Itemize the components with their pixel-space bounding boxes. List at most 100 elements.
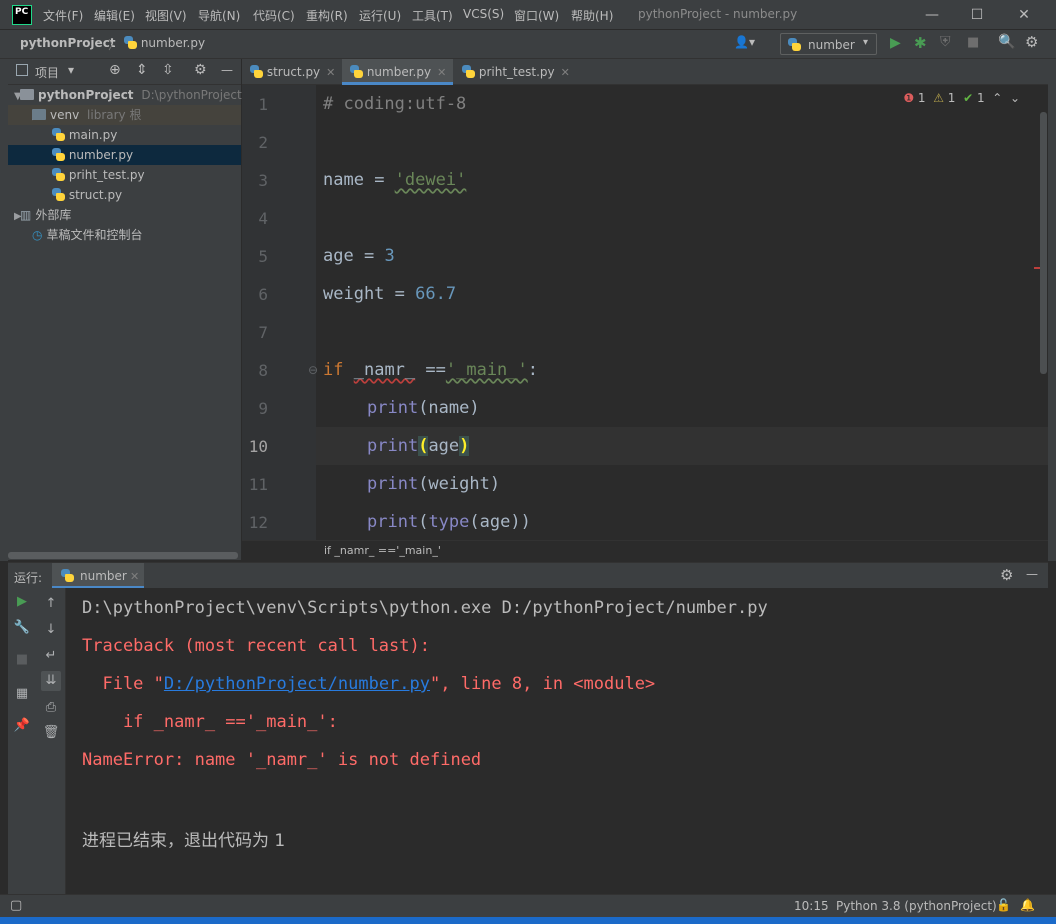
- layout-icon[interactable]: ▦: [12, 684, 32, 704]
- locate-target-icon[interactable]: ⊕: [109, 62, 121, 78]
- settings-gear-icon[interactable]: ⚙: [1025, 33, 1038, 51]
- breadcrumb-file[interactable]: number.py: [124, 36, 205, 50]
- panel-gear-icon[interactable]: ⚙: [194, 62, 207, 78]
- collapse-all-icon[interactable]: ⇳: [162, 62, 174, 78]
- trash-icon[interactable]: 🗑: [41, 723, 61, 743]
- run-panel-gear-icon[interactable]: ⚙: [1000, 566, 1013, 584]
- console-file-link[interactable]: D:/pythonProject/number.py: [164, 674, 430, 694]
- tab-priht-test-py[interactable]: priht_test.py ✕: [454, 59, 574, 85]
- user-icon[interactable]: 👤▾: [734, 35, 755, 49]
- expand-all-icon[interactable]: ⇕: [136, 62, 148, 78]
- caret-position[interactable]: 10:15: [794, 899, 829, 913]
- run-toolbar-primary: ▶ 🔧 ■ ▦ 📌: [8, 588, 36, 894]
- menu-tools[interactable]: 工具(T): [412, 7, 453, 24]
- menu-vcs[interactable]: VCS(S): [463, 7, 504, 21]
- menu-navigate[interactable]: 导航(N): [198, 7, 240, 24]
- editor-vertical-scrollbar[interactable]: [1040, 112, 1047, 374]
- tab-struct-py[interactable]: struct.py ✕: [242, 59, 341, 85]
- console-error-message: NameError: name '_namr_' is not defined: [82, 750, 482, 770]
- close-tab-icon[interactable]: ✕: [326, 66, 335, 79]
- library-folder-icon: [32, 109, 46, 120]
- line-number-current: 10: [248, 437, 268, 456]
- debug-icon[interactable]: ✱: [914, 34, 927, 52]
- tree-item-struct-py[interactable]: struct.py: [8, 185, 241, 205]
- tree-item-scratches[interactable]: ◷ 草稿文件和控制台: [8, 225, 241, 245]
- fold-icon[interactable]: ⊖: [308, 363, 318, 377]
- up-arrow-icon[interactable]: ↑: [41, 594, 61, 614]
- lock-icon[interactable]: 🔓: [996, 898, 1011, 912]
- line-number: 11: [248, 475, 268, 494]
- tree-item-main-py[interactable]: main.py: [8, 125, 241, 145]
- navigation-bar: pythonProject 〉 number.py 👤▾ number ▾ ▶ …: [0, 30, 1056, 59]
- run-config-label: number: [808, 38, 855, 52]
- chevron-down-icon[interactable]: ▾: [68, 63, 74, 77]
- tree-root-pythonproject[interactable]: ▼ pythonProject D:\pythonProject: [8, 85, 242, 107]
- title-bar: PC 文件(F) 编辑(E) 视图(V) 导航(N) 代码(C) 重构(R) 运…: [0, 0, 1056, 30]
- scroll-to-end-icon[interactable]: ⇊: [41, 671, 61, 691]
- code-editor[interactable]: 1 2 3 4 5 6 7 8 9 10 11 12 ⊖ # coding:ut…: [242, 85, 1048, 540]
- hide-panel-icon[interactable]: —: [1026, 567, 1038, 581]
- coverage-icon[interactable]: ⛨: [940, 34, 951, 50]
- pin-icon[interactable]: 📌: [12, 716, 32, 736]
- previous-highlight-icon[interactable]: ⌃: [992, 91, 1002, 105]
- menu-edit[interactable]: 编辑(E): [94, 7, 135, 24]
- python-file-icon: [462, 65, 475, 78]
- chevron-right-icon[interactable]: ▶: [8, 207, 22, 227]
- tool-windows-toggle-icon[interactable]: ▢: [10, 898, 22, 913]
- console-exit-message: 进程已结束，退出代码为 1: [82, 831, 286, 851]
- scratch-icon: ◷: [32, 228, 43, 242]
- close-tab-icon[interactable]: ✕: [130, 570, 139, 583]
- breadcrumb-project[interactable]: pythonProject: [20, 36, 116, 50]
- project-horizontal-scrollbar[interactable]: [8, 552, 238, 559]
- tree-item-priht-test-py[interactable]: priht_test.py: [8, 165, 241, 185]
- down-arrow-icon[interactable]: ↓: [41, 620, 61, 640]
- tab-number-py[interactable]: number.py ✕: [342, 59, 453, 85]
- maximize-button[interactable]: ☐: [965, 4, 989, 26]
- menu-window[interactable]: 窗口(W): [514, 7, 559, 24]
- code-breadcrumb[interactable]: if _namr_ =='_main_': [324, 544, 441, 557]
- run-tab-number[interactable]: number ✕: [52, 563, 144, 589]
- code-line-6: weight = 66.7: [323, 284, 457, 304]
- project-panel-title[interactable]: 项目: [35, 64, 59, 81]
- console-file-line: File "D:/pythonProject/number.py", line …: [82, 674, 656, 694]
- run-console[interactable]: D:\pythonProject\venv\Scripts\python.exe…: [66, 588, 1048, 894]
- close-tab-icon[interactable]: ✕: [437, 66, 446, 79]
- python-interpreter[interactable]: Python 3.8 (pythonProject): [836, 899, 997, 913]
- menu-file[interactable]: 文件(F): [43, 7, 83, 24]
- menu-view[interactable]: 视图(V): [145, 7, 187, 24]
- python-file-icon: [250, 65, 263, 78]
- line-number-gutter: 1 2 3 4 5 6 7 8 9 10 11 12 ⊖: [242, 85, 318, 540]
- rerun-icon[interactable]: ▶: [12, 592, 32, 612]
- close-tab-icon[interactable]: ✕: [561, 66, 570, 79]
- line-number: 8: [258, 361, 268, 380]
- stop-button[interactable]: ■: [967, 35, 979, 50]
- close-window-button[interactable]: ✕: [1012, 4, 1036, 26]
- next-highlight-icon[interactable]: ⌄: [1010, 91, 1020, 105]
- hide-panel-icon[interactable]: —: [221, 63, 233, 77]
- tree-item-number-py[interactable]: number.py: [8, 145, 241, 165]
- run-configuration-select[interactable]: number ▾: [780, 33, 877, 55]
- chevron-right-icon[interactable]: ▶: [8, 107, 40, 127]
- minimize-button[interactable]: —: [920, 4, 944, 26]
- run-panel-label: 运行:: [14, 571, 43, 585]
- code-line-3: name = 'dewei': [323, 170, 467, 190]
- tree-item-external-libraries[interactable]: ▶▥ 外部库: [8, 205, 241, 225]
- tree-item-venv[interactable]: ▶venv library 根: [8, 105, 241, 125]
- search-icon[interactable]: 🔍: [998, 34, 1015, 50]
- wrench-icon[interactable]: 🔧: [12, 618, 32, 638]
- menu-help[interactable]: 帮助(H): [571, 7, 613, 24]
- inspection-widget[interactable]: ❶ 1 ⚠ 1 ✔ 1 ⌃ ⌄: [903, 91, 1020, 105]
- run-button[interactable]: ▶: [890, 35, 901, 51]
- menu-code[interactable]: 代码(C): [253, 7, 295, 24]
- notifications-bell-icon[interactable]: 🔔: [1020, 898, 1035, 912]
- chevron-down-icon[interactable]: ▼: [8, 87, 22, 107]
- python-icon: [61, 569, 74, 582]
- code-line-1: # coding:utf-8: [323, 94, 467, 114]
- warning-icon: ⚠: [933, 91, 944, 105]
- menu-refactor[interactable]: 重构(R): [306, 7, 348, 24]
- menu-run[interactable]: 运行(U): [359, 7, 401, 24]
- stop-icon[interactable]: ■: [12, 650, 32, 670]
- right-tool-stripe: [1048, 59, 1056, 561]
- soft-wrap-icon[interactable]: ↵: [41, 646, 61, 666]
- print-icon[interactable]: ⎙: [41, 698, 61, 718]
